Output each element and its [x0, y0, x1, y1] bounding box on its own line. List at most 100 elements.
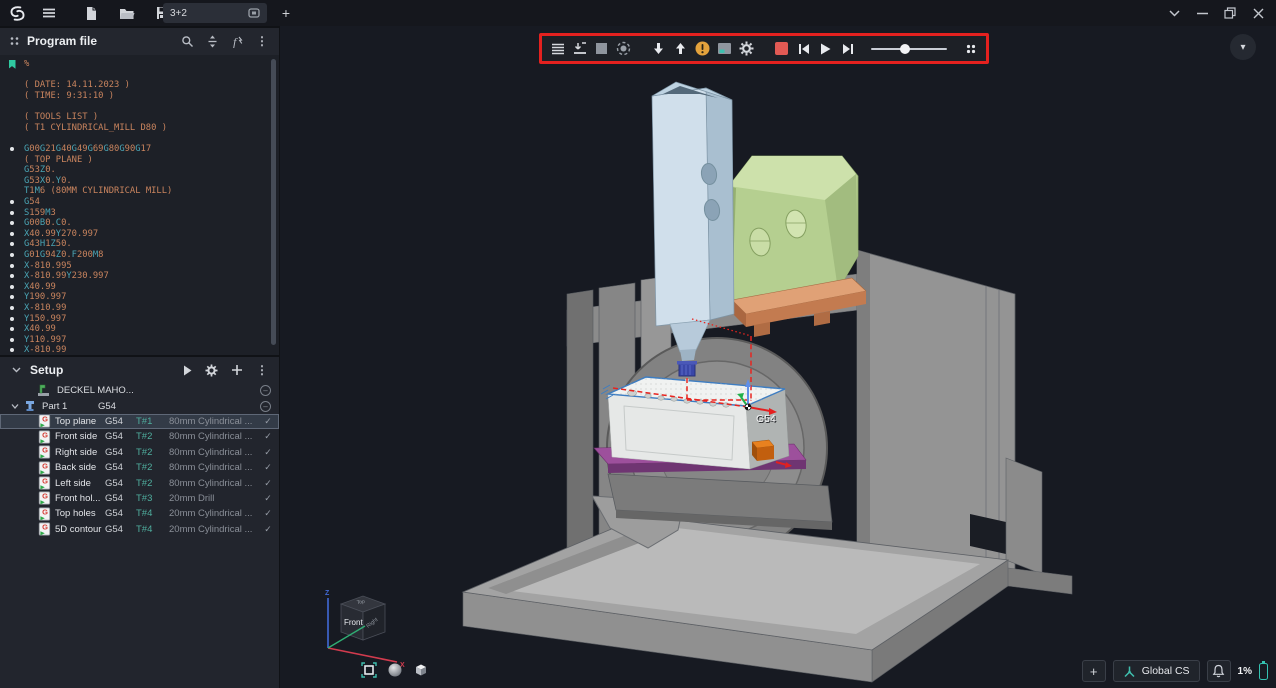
close-button[interactable]	[1244, 2, 1272, 24]
operation-checkbox[interactable]: ✓	[257, 524, 279, 535]
operation-row[interactable]: GFront sideG54T#280mm Cylindrical ...✓	[0, 429, 279, 444]
minimize-button[interactable]	[1188, 2, 1216, 24]
skip-to-start-button[interactable]	[796, 41, 811, 57]
shaded-cube-icon[interactable]	[410, 660, 432, 680]
part-row[interactable]: Part 1 G54 –	[0, 398, 279, 413]
operation-checkbox[interactable]: ✓	[257, 431, 279, 442]
operation-row[interactable]: GBack sideG54T#280mm Cylindrical ...✓	[0, 460, 279, 475]
code-line[interactable]: G53Z0.	[0, 165, 279, 176]
open-file-icon[interactable]	[114, 2, 140, 24]
simulation-speed-slider[interactable]	[871, 41, 947, 57]
new-file-icon[interactable]	[78, 2, 104, 24]
svg-text:G: G	[42, 461, 48, 470]
code-line[interactable]	[0, 101, 279, 112]
code-line[interactable]: X40.99Y270.997	[0, 229, 279, 240]
operation-checkbox[interactable]: ✓	[257, 416, 279, 427]
machine-row[interactable]: DECKEL MAHO... –	[0, 383, 279, 398]
operation-row[interactable]: GRight sideG54T#280mm Cylindrical ...✓	[0, 445, 279, 460]
skip-to-end-button[interactable]	[840, 41, 855, 57]
setup-collapse-chevron-icon[interactable]	[12, 367, 21, 373]
code-line[interactable]: Y150.997	[0, 313, 279, 324]
shaded-sphere-icon[interactable]	[384, 660, 406, 680]
code-line[interactable]: G01G94Z0.F200M8	[0, 250, 279, 261]
code-line[interactable]: X-810.995	[0, 260, 279, 271]
angle-fixture[interactable]	[725, 156, 858, 302]
code-scrollbar[interactable]	[271, 57, 277, 353]
operation-checkbox[interactable]: ✓	[257, 447, 279, 458]
slider-knob[interactable]	[900, 44, 910, 54]
operation-checkbox[interactable]: ✓	[257, 493, 279, 504]
operation-checkbox[interactable]: ✓	[257, 508, 279, 519]
setup-settings-icon[interactable]	[205, 364, 218, 377]
gcode-editor[interactable]: % ( DATE: 14.11.2023 )( TIME: 9:31:10 ) ( …	[0, 55, 279, 355]
code-line[interactable]: ( T1 CYLINDRICAL_MILL D80 )	[0, 123, 279, 134]
operation-row[interactable]: GLeft sideG54T#280mm Cylindrical ...✓	[0, 475, 279, 490]
restore-button[interactable]	[1216, 2, 1244, 24]
code-line[interactable]: G53X0.Y0.	[0, 176, 279, 187]
run-simulation-icon[interactable]	[183, 365, 192, 376]
main-menu-icon[interactable]	[36, 2, 62, 24]
titlebar-chevron-icon[interactable]	[1160, 2, 1188, 24]
focus-tool-icon[interactable]	[616, 41, 631, 57]
step-up-icon[interactable]	[673, 41, 688, 57]
machine-suppress-icon[interactable]: –	[260, 385, 271, 396]
operation-row[interactable]: GTop holesG54T#420mm Cylindrical ...✓	[0, 506, 279, 521]
code-line[interactable]	[0, 133, 279, 144]
code-line[interactable]: ( TOP PLANE )	[0, 154, 279, 165]
global-cs-button[interactable]: Global CS	[1113, 660, 1200, 682]
operation-name: Right side	[55, 447, 105, 458]
document-tab[interactable]: 3+2	[163, 3, 267, 23]
viewport-3d[interactable]: G54 G54	[280, 26, 1276, 688]
code-line[interactable]: Y110.997	[0, 334, 279, 345]
code-line[interactable]: G54	[0, 197, 279, 208]
code-line[interactable]: ( DATE: 14.11.2023 )	[0, 80, 279, 91]
operation-checkbox[interactable]: ✓	[257, 478, 279, 489]
notifications-button[interactable]	[1207, 660, 1231, 682]
select-box-icon[interactable]	[358, 660, 380, 680]
stop-frame-icon[interactable]	[594, 41, 609, 57]
add-operation-icon[interactable]	[231, 364, 243, 376]
code-scrollbar-thumb[interactable]	[271, 59, 276, 345]
part-expand-chevron[interactable]	[8, 404, 22, 409]
code-line[interactable]: G43H1Z50.	[0, 239, 279, 250]
code-line[interactable]: X-810.99	[0, 303, 279, 314]
code-line[interactable]: X-810.99Y230.997	[0, 271, 279, 282]
operation-checkbox[interactable]: ✓	[257, 462, 279, 473]
code-line[interactable]: G00G21G40G49G69G80G90G17	[0, 144, 279, 155]
panel-layout-icon[interactable]	[717, 41, 732, 57]
postprocessor-icon[interactable]: f	[231, 35, 243, 48]
stop-button[interactable]	[774, 41, 789, 57]
add-cs-button[interactable]: +	[1082, 660, 1106, 682]
play-button[interactable]	[818, 41, 833, 57]
part-suppress-icon[interactable]: –	[260, 401, 271, 412]
code-line[interactable]: X-810.99	[0, 345, 279, 355]
settings-icon[interactable]	[739, 41, 754, 57]
warnings-icon[interactable]	[695, 41, 710, 57]
program-menu-icon[interactable]: ⋮	[256, 34, 268, 48]
code-line[interactable]: S159M3	[0, 207, 279, 218]
code-line[interactable]: %	[0, 59, 279, 70]
goto-frame-icon[interactable]	[572, 41, 587, 57]
code-line[interactable]	[0, 70, 279, 81]
machine-3d-scene[interactable]: G54 G54	[280, 28, 1276, 688]
program-text-icon[interactable]	[550, 41, 565, 57]
code-line[interactable]: X40.99	[0, 324, 279, 335]
fold-all-icon[interactable]	[207, 35, 218, 48]
code-line[interactable]: T1M6 (80MM CYLINDRICAL MILL)	[0, 186, 279, 197]
setup-menu-icon[interactable]: ⋮	[256, 363, 268, 377]
code-line[interactable]: ( TOOLS LIST )	[0, 112, 279, 123]
dots-grid-icon[interactable]	[963, 41, 978, 57]
step-down-icon[interactable]	[651, 41, 666, 57]
drag-handle-icon[interactable]	[10, 36, 19, 46]
operation-row[interactable]: GTop planeG54T#180mm Cylindrical ...✓	[0, 414, 279, 429]
code-line[interactable]: Y190.997	[0, 292, 279, 303]
operation-row[interactable]: GFront hol...G54T#320mm Drill✓	[0, 491, 279, 506]
operation-row[interactable]: G5D contourG54T#420mm Cylindrical ...✓	[0, 522, 279, 537]
search-icon[interactable]	[181, 35, 194, 48]
code-line[interactable]: X40.99	[0, 281, 279, 292]
code-line[interactable]: G00B0.C0.	[0, 218, 279, 229]
code-line[interactable]: ( TIME: 9:31:10 )	[0, 91, 279, 102]
viewport-collapse-button[interactable]: ▾	[1230, 34, 1256, 60]
executed-line-dot	[10, 242, 14, 246]
new-tab-button[interactable]: +	[276, 2, 296, 24]
